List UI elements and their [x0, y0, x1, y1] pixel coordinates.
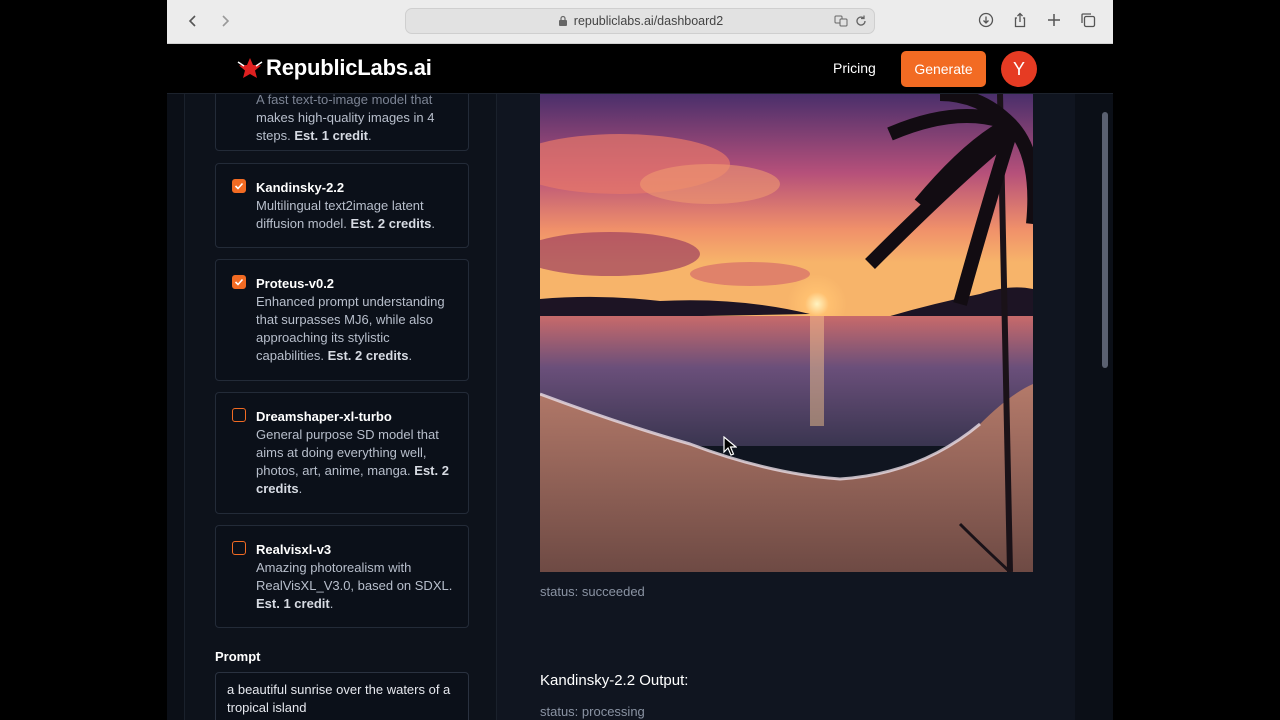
- plus-icon: [1048, 14, 1060, 26]
- mouse-cursor-icon: [723, 436, 737, 456]
- model-desc: makes high-quality images in 4 steps. Es…: [256, 110, 435, 143]
- pricing-link[interactable]: Pricing: [833, 60, 876, 76]
- avatar[interactable]: Y: [1001, 51, 1037, 87]
- model-credits: Est. 1 credit: [256, 596, 330, 611]
- tabs-icon: [1081, 13, 1096, 28]
- browser-toolbar: republiclabs.ai/dashboard2: [167, 0, 1113, 44]
- url-text: republiclabs.ai/dashboard2: [573, 14, 724, 28]
- translate-icon[interactable]: [834, 14, 848, 28]
- forward-button[interactable]: [213, 9, 237, 33]
- logo-text: RepublicLabs.ai: [266, 55, 432, 80]
- tab-overview-button[interactable]: [1077, 9, 1099, 31]
- model-desc: Amazing photorealism with RealVisXL_V3.0…: [256, 560, 453, 611]
- model-name: Realvisxl-v3: [256, 542, 332, 557]
- browser-window: republiclabs.ai/dashboard2 RepublicLabs.…: [167, 0, 1113, 720]
- model-card-proteus[interactable]: Proteus-v0.2 Enhanced prompt understandi…: [215, 259, 469, 381]
- model-desc: Enhanced prompt understanding that surpa…: [256, 294, 445, 363]
- model-credits: Est. 2 credits: [350, 216, 432, 231]
- share-icon: [1014, 12, 1026, 28]
- output-status-second: status: processing: [540, 704, 645, 719]
- logo[interactable]: RepublicLabs.ai: [237, 55, 432, 81]
- reload-icon[interactable]: [854, 14, 868, 28]
- address-bar[interactable]: republiclabs.ai/dashboard2: [405, 8, 875, 34]
- generated-image: [540, 94, 1033, 572]
- model-card-kandinsky[interactable]: Kandinsky-2.2 Multilingual text2image la…: [215, 163, 469, 248]
- share-button[interactable]: [1009, 9, 1031, 31]
- model-checkbox-realvisxl[interactable]: [232, 541, 246, 555]
- model-desc-partial: A fast text-to-image model that: [256, 94, 433, 107]
- model-checkbox-dreamshaper[interactable]: [232, 408, 246, 422]
- new-tab-button[interactable]: [1043, 9, 1065, 31]
- back-button[interactable]: [181, 9, 205, 33]
- chevron-right-icon: [222, 15, 230, 27]
- model-credits: Est. 1 credit: [294, 128, 369, 143]
- model-card-realvisxl[interactable]: Realvisxl-v3 Amazing photorealism with R…: [215, 525, 469, 628]
- star-logo-icon: [237, 58, 263, 78]
- scrollbar-thumb[interactable]: [1102, 112, 1108, 368]
- model-name: Dreamshaper-xl-turbo: [256, 409, 392, 424]
- sunset-beach-image: [540, 94, 1033, 572]
- download-icon: [978, 12, 994, 28]
- generate-button[interactable]: Generate: [901, 51, 986, 87]
- model-name: Kandinsky-2.2: [256, 180, 345, 195]
- app-header: RepublicLabs.ai Pricing Generate Y: [167, 44, 1113, 94]
- chevron-left-icon: [188, 15, 196, 27]
- download-button[interactable]: [975, 9, 997, 31]
- model-selection-panel: A fast text-to-image model that makes hi…: [184, 94, 497, 720]
- model-desc: General purpose SD model that aims at do…: [256, 427, 449, 496]
- model-name: Proteus-v0.2: [256, 276, 335, 291]
- check-icon: [234, 182, 244, 190]
- model-card-dreamshaper[interactable]: Dreamshaper-xl-turbo General purpose SD …: [215, 392, 469, 514]
- prompt-input[interactable]: a beautiful sunrise over the waters of a…: [215, 672, 469, 720]
- model-credits: Est. 2 credits: [327, 348, 409, 363]
- lock-icon: [558, 15, 567, 26]
- output-status-first: status: succeeded: [540, 584, 645, 599]
- model-checkbox-proteus[interactable]: [232, 275, 246, 289]
- model-card-fast[interactable]: A fast text-to-image model that makes hi…: [215, 94, 469, 151]
- model-desc: Multilingual text2image latent diffusion…: [256, 198, 436, 231]
- check-icon: [234, 278, 244, 286]
- model-checkbox-kandinsky[interactable]: [232, 179, 246, 193]
- output-panel: status: succeeded Kandinsky-2.2 Output: …: [497, 94, 1075, 720]
- prompt-label: Prompt: [215, 649, 261, 664]
- kandinsky-output-title: Kandinsky-2.2 Output:: [540, 672, 689, 689]
